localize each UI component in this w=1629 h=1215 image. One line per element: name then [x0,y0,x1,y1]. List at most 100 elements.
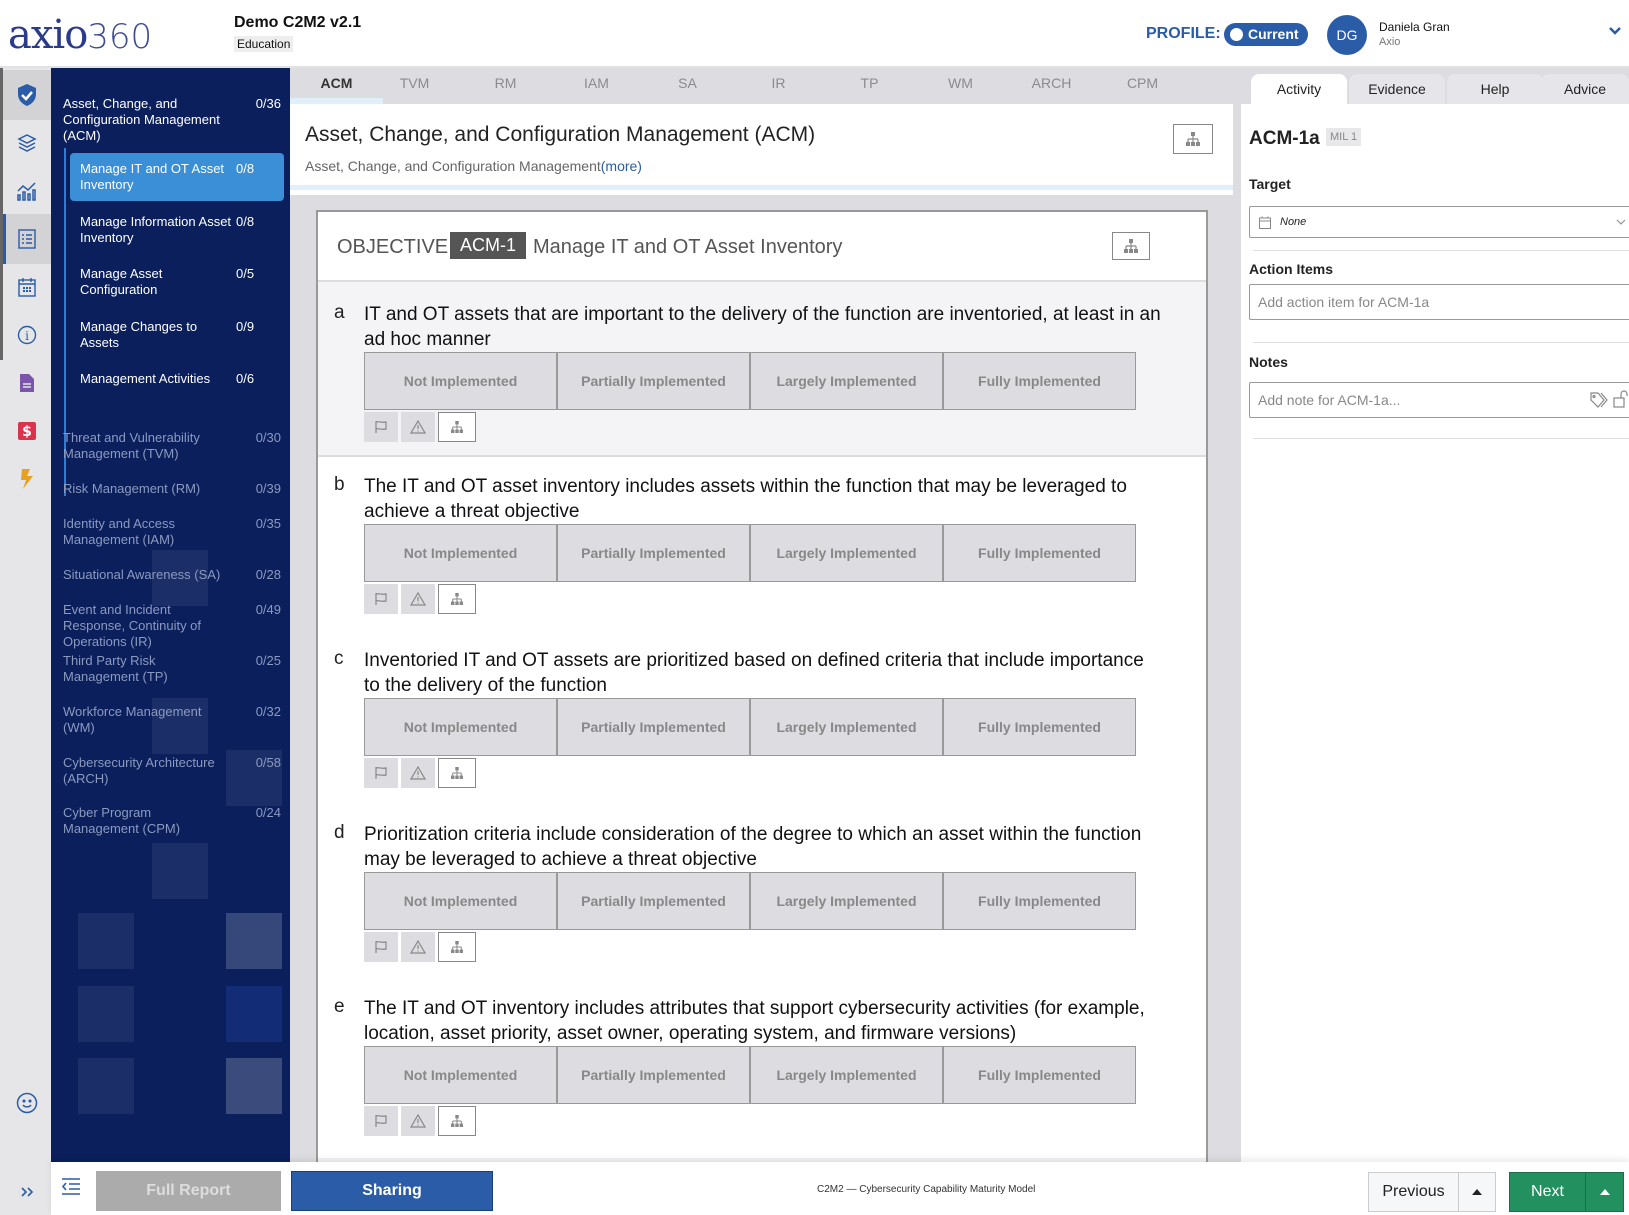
hierarchy-button[interactable] [1173,124,1213,154]
response-option[interactable]: Largely Implemented [751,353,944,409]
collapse-nav-icon[interactable] [61,1178,81,1196]
nav-domain[interactable]: Situational Awareness (SA) 0/28 [63,567,281,583]
nav-objective[interactable]: Manage Asset Configuration 0/5 [70,258,284,306]
tag-icon[interactable] [1590,392,1608,408]
hierarchy-button[interactable] [438,412,476,442]
tab-tvm[interactable]: TVM [368,68,461,104]
tab-tp[interactable]: TP [823,68,916,104]
warning-button[interactable] [401,758,435,788]
rail-calendar[interactable] [3,262,51,312]
response-option[interactable]: Partially Implemented [558,353,751,409]
nav-domain[interactable]: Risk Management (RM) 0/39 [63,481,281,497]
response-option[interactable]: Fully Implemented [944,525,1135,581]
warning-button[interactable] [401,584,435,614]
warning-icon [410,940,426,954]
flag-icon [375,767,387,779]
tab-evidence[interactable]: Evidence [1349,74,1445,104]
hierarchy-button[interactable] [438,932,476,962]
next-button[interactable]: Next [1509,1172,1624,1212]
flag-button[interactable] [364,584,398,614]
tab-ir[interactable]: IR [732,68,825,104]
nav-domain-acm[interactable]: Asset, Change, and Configuration Managem… [63,96,281,144]
response-option[interactable]: Partially Implemented [558,1047,751,1103]
tab-advice[interactable]: Advice [1541,74,1629,104]
action-item-input[interactable]: Add action item for ACM-1a [1249,284,1629,320]
calendar-icon [1259,216,1271,229]
rail-expand[interactable] [3,1172,51,1212]
notes-input[interactable]: Add note for ACM-1a... [1249,382,1629,418]
avatar[interactable]: DG [1327,15,1367,55]
flag-button[interactable] [364,1106,398,1136]
practice-actions [364,412,476,442]
unlock-icon[interactable] [1613,390,1629,408]
previous-button[interactable]: Previous [1368,1172,1496,1212]
tab-iam[interactable]: IAM [550,68,643,104]
tab-arch[interactable]: ARCH [1005,68,1098,104]
hierarchy-button[interactable] [438,758,476,788]
warning-button[interactable] [401,412,435,442]
sharing-button[interactable]: Sharing [291,1171,493,1211]
response-option[interactable]: Partially Implemented [558,525,751,581]
nav-domain[interactable]: Threat and Vulnerability Management (TVM… [63,430,281,462]
response-option[interactable]: Fully Implemented [944,699,1135,755]
nav-domain[interactable]: Event and Incident Response, Continuity … [63,602,281,650]
nav-domain[interactable]: Workforce Management (WM) 0/32 [63,704,281,736]
response-option[interactable]: Partially Implemented [558,873,751,929]
response-option[interactable]: Not Implemented [365,1047,558,1103]
chevron-down-icon[interactable] [1608,24,1622,38]
response-option[interactable]: Fully Implemented [944,873,1135,929]
response-option[interactable]: Largely Implemented [751,1047,944,1103]
profile-toggle[interactable]: Current [1224,23,1308,46]
rail-checklist[interactable] [3,214,51,264]
rail-info[interactable]: i [3,310,51,360]
rail-assessment[interactable] [3,70,51,120]
nav-objective[interactable]: Management Activities 0/6 [70,363,284,395]
nav-objective[interactable]: Manage IT and OT Asset Inventory 0/8 [70,153,284,201]
flag-button[interactable] [364,412,398,442]
objective-hierarchy-button[interactable] [1112,232,1150,260]
domain-description: Asset, Change, and Configuration Managem… [305,158,642,174]
target-select[interactable]: None [1249,206,1629,238]
tab-wm[interactable]: WM [914,68,1007,104]
response-option[interactable]: Not Implemented [365,353,558,409]
practice-row: c Inventoried IT and OT assets are priori… [318,630,1206,810]
response-option[interactable]: Not Implemented [365,525,558,581]
nav-domain[interactable]: Third Party Risk Management (TP) 0/25 [63,653,281,685]
response-option[interactable]: Partially Implemented [558,699,751,755]
tab-cpm[interactable]: CPM [1096,68,1189,104]
response-option[interactable]: Not Implemented [365,873,558,929]
axio-logo[interactable]: axio360 [8,12,152,58]
tab-help[interactable]: Help [1447,74,1543,104]
warning-button[interactable] [401,932,435,962]
rail-dollar[interactable]: $ [3,406,51,456]
tab-sa[interactable]: SA [641,68,734,104]
hierarchy-button[interactable] [438,1106,476,1136]
hierarchy-button[interactable] [438,584,476,614]
rail-layers[interactable] [3,118,51,168]
nav-domain[interactable]: Cyber Program Management (CPM) 0/24 [63,805,281,837]
previous-menu-caret[interactable] [1459,1173,1495,1211]
more-link[interactable]: (more) [601,158,642,174]
tab-rm[interactable]: RM [459,68,552,104]
rail-document[interactable] [3,358,51,408]
flag-button[interactable] [364,932,398,962]
rail-analytics[interactable] [3,166,51,216]
flag-button[interactable] [364,758,398,788]
objective-header: OBJECTIVE ACM-1 Manage IT and OT Asset I… [318,212,1206,282]
response-option[interactable]: Largely Implemented [751,873,944,929]
rail-bolt[interactable] [3,454,51,504]
nav-domain[interactable]: Cybersecurity Architecture (ARCH) 0/58 [63,755,281,787]
next-menu-caret[interactable] [1586,1173,1623,1211]
full-report-button[interactable]: Full Report [96,1171,281,1211]
response-option[interactable]: Fully Implemented [944,353,1135,409]
warning-button[interactable] [401,1106,435,1136]
response-option[interactable]: Not Implemented [365,699,558,755]
response-option[interactable]: Largely Implemented [751,699,944,755]
response-option[interactable]: Fully Implemented [944,1047,1135,1103]
nav-objective[interactable]: Manage Information Asset Inventory 0/8 [70,206,284,254]
nav-domain[interactable]: Identity and Access Management (IAM) 0/35 [63,516,281,548]
rail-feedback[interactable] [3,1078,51,1128]
tab-activity[interactable]: Activity [1251,74,1347,104]
response-option[interactable]: Largely Implemented [751,525,944,581]
nav-objective[interactable]: Manage Changes to Assets 0/9 [70,311,284,359]
